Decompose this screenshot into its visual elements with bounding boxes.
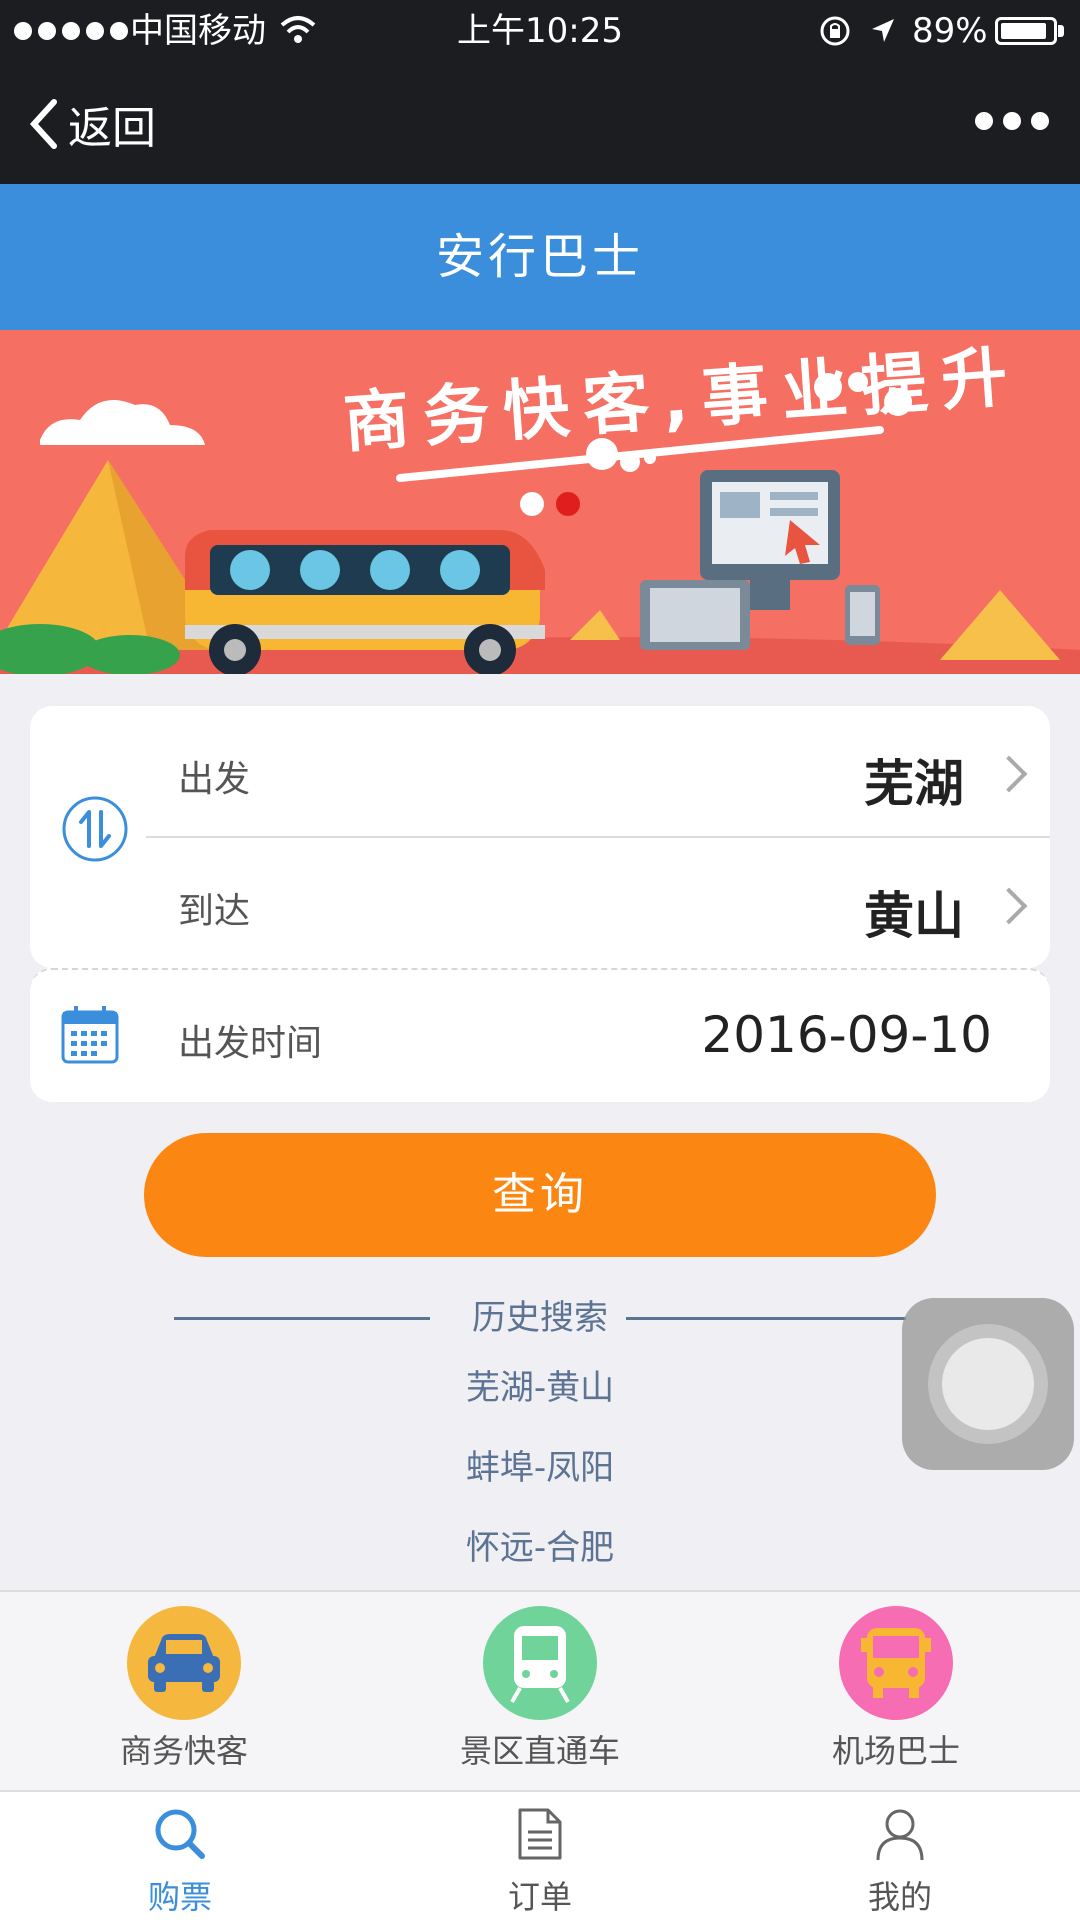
swap-cities-icon[interactable] <box>60 794 130 864</box>
tab-label: 购票 <box>147 1878 212 1916</box>
tab-bar: 购票 订单 我的 <box>0 1790 1080 1922</box>
more-dot <box>1003 112 1021 130</box>
banner-dot[interactable] <box>520 492 544 516</box>
back-label: 返回 <box>68 103 156 154</box>
car-icon <box>127 1606 241 1720</box>
depart-city: 芜湖 <box>864 755 964 813</box>
service-label: 景区直通车 <box>459 1732 620 1770</box>
depart-row[interactable]: 出发 芜湖 <box>146 706 1050 836</box>
search-button[interactable]: 查询 <box>144 1133 936 1257</box>
chevron-right-icon <box>990 755 1028 793</box>
chevron-right-icon <box>990 887 1028 925</box>
document-icon <box>518 1808 562 1860</box>
battery-icon <box>995 17 1057 45</box>
calendar-icon <box>61 1006 119 1064</box>
service-shortcuts: 商务快客 景区直通车 机场巴士 <box>0 1590 1080 1792</box>
promo-banner[interactable]: 商务快客,事业提升 <box>0 330 1080 674</box>
arrive-city: 黄山 <box>864 887 964 945</box>
service-label: 机场巴士 <box>831 1732 960 1770</box>
service-airport-bus[interactable]: 机场巴士 <box>746 1592 1046 1772</box>
route-card: 出发 芜湖 到达 黄山 <box>30 706 1050 968</box>
arrive-label: 到达 <box>178 891 251 932</box>
banner-dot-active[interactable] <box>556 492 580 516</box>
status-bar: 中国移动 上午10:25 89% <box>0 0 1080 62</box>
service-label: 商务快客 <box>119 1732 248 1770</box>
tab-buy-tickets[interactable]: 购票 <box>0 1792 360 1918</box>
location-arrow-icon <box>872 19 894 42</box>
service-scenic-express[interactable]: 景区直通车 <box>390 1592 690 1772</box>
tab-mine[interactable]: 我的 <box>720 1792 1080 1918</box>
date-row[interactable]: 出发时间 2016-09-10 <box>30 968 1050 1102</box>
depart-label: 出发 <box>178 759 251 800</box>
date-label: 出发时间 <box>178 1023 323 1064</box>
tab-orders[interactable]: 订单 <box>360 1792 720 1918</box>
train-icon <box>483 1606 597 1720</box>
assistive-touch-button[interactable] <box>902 1298 1074 1470</box>
date-value: 2016-09-10 <box>701 1006 992 1064</box>
tab-label: 我的 <box>867 1878 932 1916</box>
app-header: 安行巴士 <box>0 184 1080 330</box>
more-dot <box>1031 112 1049 130</box>
user-icon <box>876 1809 924 1861</box>
more-dot <box>975 112 993 130</box>
bus-icon <box>839 1606 953 1720</box>
arrive-row[interactable]: 到达 黄山 <box>146 838 1050 968</box>
back-button[interactable]: 返回 <box>28 92 156 156</box>
tab-label: 订单 <box>507 1878 572 1916</box>
battery-tip <box>1058 25 1064 37</box>
history-item[interactable]: 怀远-合肥 <box>0 1520 1080 1569</box>
chevron-left-icon <box>29 99 57 149</box>
rotation-lock-icon <box>820 16 850 46</box>
battery-percent: 89% <box>912 11 988 51</box>
service-business-express[interactable]: 商务快客 <box>34 1592 334 1772</box>
page-title: 安行巴士 <box>435 229 644 285</box>
more-button[interactable] <box>975 112 1049 130</box>
nav-bar: 返回 <box>0 62 1080 184</box>
search-icon <box>155 1809 205 1859</box>
